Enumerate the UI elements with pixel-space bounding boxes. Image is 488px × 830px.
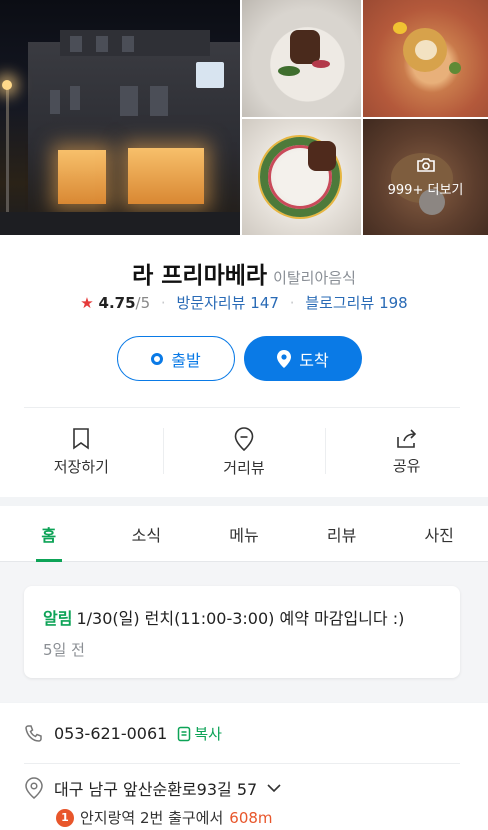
photo-grid: 999+ 더보기 bbox=[0, 0, 488, 235]
copy-phone-button[interactable]: 복사 bbox=[177, 723, 222, 744]
arrive-button[interactable]: 도착 bbox=[244, 336, 362, 381]
subway-directions-text: 안지랑역 2번 출구에서 bbox=[80, 809, 224, 827]
phone-row: 053-621-0061 복사 bbox=[24, 723, 222, 744]
share-label: 공유 bbox=[392, 457, 421, 475]
notice-tag: 알림 bbox=[43, 609, 73, 628]
photo-main-exterior[interactable] bbox=[0, 0, 240, 235]
street-view-button[interactable]: 거리뷰 bbox=[162, 408, 326, 497]
photo-food-2[interactable] bbox=[363, 0, 488, 117]
place-page: 999+ 더보기 라 프리마베라 이탈리아음식 ★ 4.75/5 · 방문자리뷰 … bbox=[0, 0, 488, 830]
place-name: 라 프리마베라 bbox=[132, 263, 268, 289]
blog-reviews-link[interactable]: 블로그리뷰 198 bbox=[305, 294, 407, 312]
chevron-down-icon[interactable] bbox=[267, 783, 281, 793]
save-label: 저장하기 bbox=[53, 458, 109, 476]
phone-number[interactable]: 053-621-0061 bbox=[54, 724, 167, 743]
tab-bar: 홈 소식 메뉴 리뷰 사진 bbox=[0, 506, 488, 562]
visitor-reviews-count: 147 bbox=[250, 294, 279, 312]
share-icon bbox=[396, 429, 416, 448]
place-summary: 라 프리마베라 이탈리아음식 ★ 4.75/5 · 방문자리뷰 147 · 블로그… bbox=[0, 235, 488, 497]
address-row[interactable]: 대구 남구 앞산순환로93길 57 bbox=[24, 776, 281, 800]
blog-reviews-label: 블로그리뷰 bbox=[305, 294, 375, 312]
star-icon: ★ bbox=[80, 294, 94, 312]
notice-time: 5일 전 bbox=[43, 641, 85, 659]
arrive-label: 도착 bbox=[299, 350, 329, 370]
separator-dot: · bbox=[289, 294, 295, 312]
place-category: 이탈리아음식 bbox=[273, 269, 356, 287]
visitor-reviews-label: 방문자리뷰 bbox=[176, 294, 246, 312]
photo-food-3[interactable] bbox=[242, 119, 361, 235]
share-button[interactable]: 공유 bbox=[325, 408, 488, 497]
location-pin-icon bbox=[25, 777, 43, 799]
tab-news[interactable]: 소식 bbox=[98, 506, 196, 561]
visitor-reviews-link[interactable]: 방문자리뷰 147 bbox=[176, 294, 278, 312]
tab-home[interactable]: 홈 bbox=[0, 506, 98, 561]
rating-max: /5 bbox=[135, 294, 151, 312]
blog-reviews-count: 198 bbox=[379, 294, 408, 312]
more-photos-button[interactable]: 999+ 더보기 bbox=[363, 119, 488, 235]
rating-value: 4.75 bbox=[98, 294, 136, 312]
depart-button[interactable]: 출발 bbox=[117, 336, 235, 381]
notice-card[interactable]: 알림 1/30(일) 런치(11:00-3:00) 예약 마감입니다 :) 5일 … bbox=[24, 586, 460, 678]
divider bbox=[24, 763, 460, 764]
save-button[interactable]: 저장하기 bbox=[0, 408, 163, 497]
location-pin-icon bbox=[277, 349, 292, 368]
origin-dot-icon bbox=[151, 352, 164, 365]
shop-sign bbox=[196, 62, 224, 88]
details-section: 053-621-0061 복사 대구 남구 앞산순환로93길 57 1 안지랑역… bbox=[0, 703, 488, 830]
street-view-label: 거리뷰 bbox=[223, 459, 265, 477]
copy-icon bbox=[178, 726, 191, 741]
review-stats: ★ 4.75/5 · 방문자리뷰 147 · 블로그리뷰 198 bbox=[0, 292, 488, 313]
location-pin-icon bbox=[234, 427, 254, 451]
notice-line: 알림 1/30(일) 런치(11:00-3:00) 예약 마감입니다 :) bbox=[43, 605, 404, 629]
subway-line-badge: 1 bbox=[56, 808, 74, 827]
photo-food-1[interactable] bbox=[242, 0, 361, 117]
tab-photos[interactable]: 사진 bbox=[390, 506, 488, 561]
separator-dot: · bbox=[160, 294, 166, 312]
subway-directions-row: 1 안지랑역 2번 출구에서 608m bbox=[56, 807, 273, 828]
address-text: 대구 남구 앞산순환로93길 57 bbox=[54, 780, 258, 799]
notice-text: 1/30(일) 런치(11:00-3:00) 예약 마감입니다 :) bbox=[76, 609, 405, 628]
tab-menu[interactable]: 메뉴 bbox=[195, 506, 293, 561]
phone-icon bbox=[25, 724, 42, 742]
depart-label: 출발 bbox=[171, 350, 201, 370]
camera-icon bbox=[416, 157, 435, 172]
action-bar: 저장하기 거리뷰 공유 bbox=[0, 408, 488, 497]
notice-section: 알림 1/30(일) 런치(11:00-3:00) 예약 마감입니다 :) 5일 … bbox=[0, 562, 488, 702]
copy-label: 복사 bbox=[194, 725, 222, 743]
photo-food-4[interactable]: 999+ 더보기 bbox=[363, 119, 488, 235]
title-row: 라 프리마베라 이탈리아음식 bbox=[0, 256, 488, 290]
subway-distance: 608m bbox=[229, 808, 273, 827]
tab-reviews[interactable]: 리뷰 bbox=[293, 506, 391, 561]
more-photos-label: 999+ 더보기 bbox=[387, 182, 464, 198]
bookmark-icon bbox=[73, 428, 90, 450]
